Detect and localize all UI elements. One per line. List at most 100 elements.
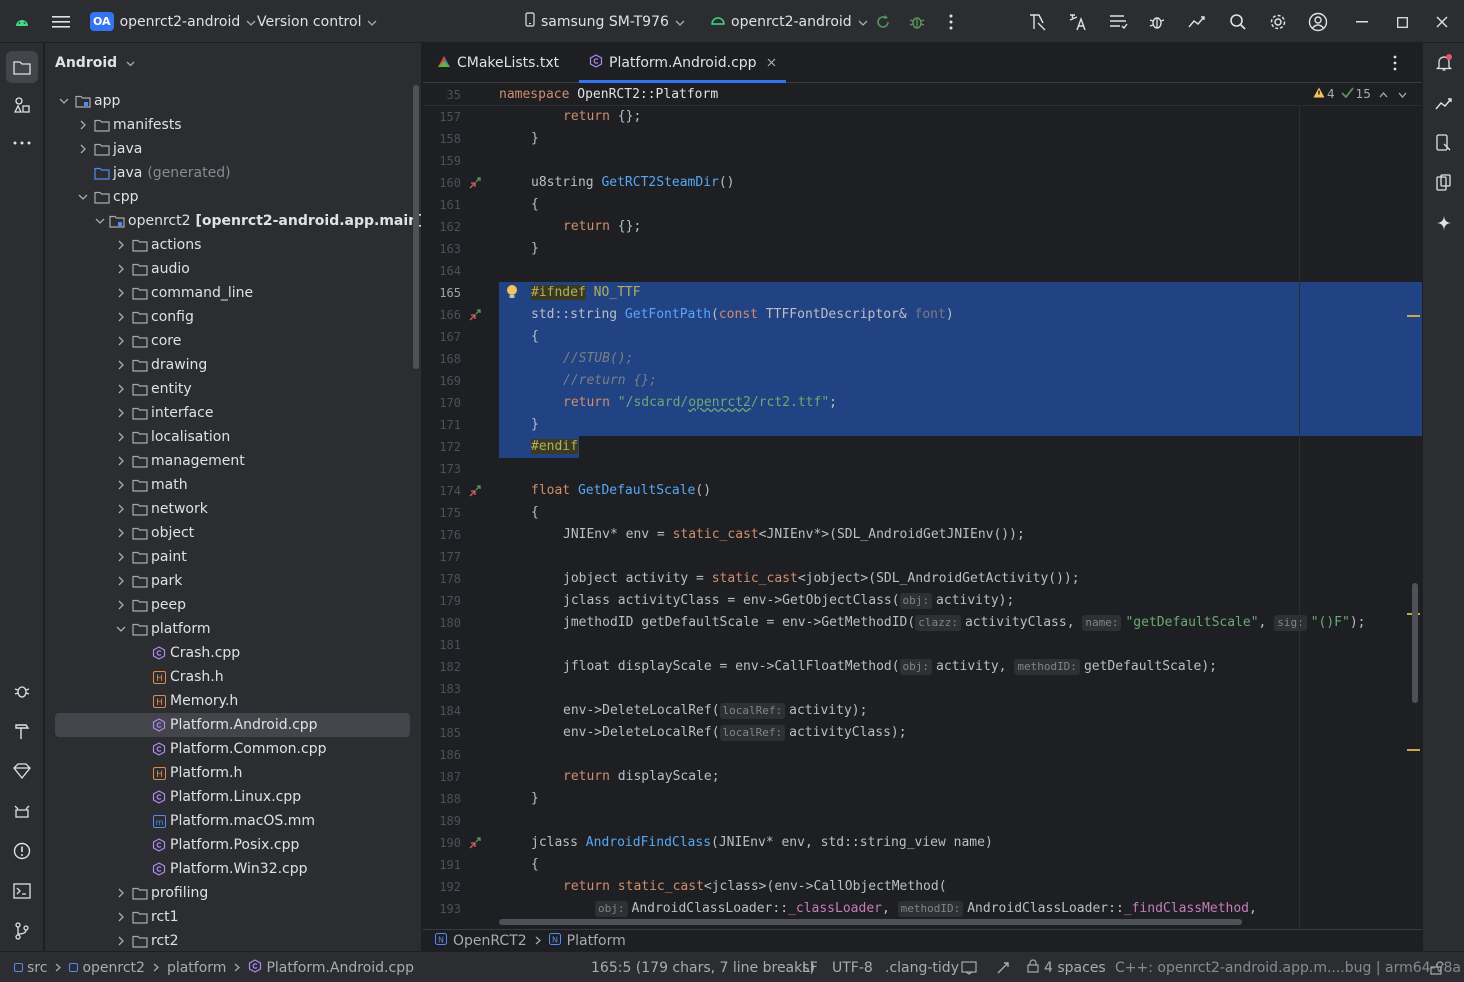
close-tab-icon[interactable] <box>767 55 776 71</box>
project-tool-folder-icon[interactable] <box>6 51 38 83</box>
implementation-marker-icon[interactable] <box>469 837 481 853</box>
chevron-right-icon[interactable] <box>114 454 128 468</box>
tree-item[interactable]: math <box>45 473 421 497</box>
editor-vertical-scrollbar[interactable] <box>1412 583 1418 703</box>
notifications-bell-icon[interactable] <box>1432 51 1456 75</box>
tab-cmakelists[interactable]: CMakeLists.txt <box>437 43 559 83</box>
chevron-down-icon[interactable] <box>57 94 71 108</box>
chevron-right-icon[interactable] <box>114 310 128 324</box>
maximize-icon[interactable] <box>1390 10 1414 34</box>
tree-item[interactable]: H Memory.h <box>45 689 421 713</box>
tree-item[interactable]: H Platform.h <box>45 761 421 785</box>
lock-file-icon[interactable] <box>1430 952 1444 982</box>
tree-item[interactable]: cpp <box>45 185 421 209</box>
chevron-right-icon[interactable] <box>114 550 128 564</box>
chevron-right-icon[interactable] <box>114 382 128 396</box>
project-switcher[interactable]: OA openrct2-android <box>90 0 256 43</box>
chevron-right-icon[interactable] <box>114 238 128 252</box>
tree-item[interactable]: Crash.cpp <box>45 641 421 665</box>
chevron-right-icon[interactable] <box>114 886 128 900</box>
tree-item[interactable]: rct1 <box>45 905 421 929</box>
tree-item[interactable]: Platform.Android.cpp <box>55 713 410 737</box>
sticky-scope-header[interactable]: 35 namespace OpenRCT2::Platform 4 15 <box>423 84 1422 106</box>
project-view-selector[interactable]: Android <box>55 55 135 71</box>
tree-item[interactable]: Platform.Win32.cpp <box>45 857 421 881</box>
inspection-widget[interactable]: 4 15 <box>1313 87 1407 101</box>
account-icon[interactable] <box>1306 10 1330 34</box>
chevron-right-icon[interactable] <box>114 358 128 372</box>
tree-item[interactable]: actions <box>45 233 421 257</box>
device-mirroring-icon[interactable] <box>1432 171 1456 195</box>
path-segment[interactable]: platform <box>167 960 227 976</box>
minimize-icon[interactable] <box>1350 10 1374 34</box>
debug-tool-icon[interactable] <box>10 679 34 703</box>
tree-item[interactable]: java <box>45 137 421 161</box>
debug-icon[interactable] <box>905 10 929 34</box>
tab-options-icon[interactable] <box>1393 55 1397 75</box>
tree-item[interactable]: config <box>45 305 421 329</box>
tree-item[interactable]: interface <box>45 401 421 425</box>
chevron-right-icon[interactable] <box>114 598 128 612</box>
tree-item[interactable]: java (generated) <box>45 161 421 185</box>
chevron-right-icon[interactable] <box>114 286 128 300</box>
profiler-icon[interactable] <box>1026 10 1050 34</box>
terminal-icon[interactable] <box>10 879 34 903</box>
apply-changes-icon[interactable] <box>871 10 895 34</box>
translate-icon[interactable] <box>1066 10 1090 34</box>
chevron-right-icon[interactable] <box>114 478 128 492</box>
tree-item[interactable]: entity <box>45 377 421 401</box>
build-hammer-icon[interactable] <box>10 719 34 743</box>
tree-item[interactable]: network <box>45 497 421 521</box>
problems-icon[interactable] <box>10 839 34 863</box>
logcat-icon[interactable] <box>10 799 34 823</box>
clang-tidy-indicator[interactable]: .clang-tidy <box>885 952 959 982</box>
tree-item[interactable]: m Platform.macOS.mm <box>45 809 421 833</box>
tree-item[interactable]: platform <box>45 617 421 641</box>
close-window-icon[interactable] <box>1430 10 1454 34</box>
tree-item[interactable]: object <box>45 521 421 545</box>
tree-item[interactable]: Platform.Linux.cpp <box>45 785 421 809</box>
chevron-right-icon[interactable] <box>114 406 128 420</box>
chevron-down-icon[interactable] <box>1398 87 1407 101</box>
tasks-icon[interactable] <box>1106 10 1130 34</box>
caret-position[interactable]: 165:5 (179 chars, 7 line breaks) <box>591 952 815 982</box>
chevron-right-icon[interactable] <box>76 118 90 132</box>
chevron-right-icon[interactable] <box>114 430 128 444</box>
breadcrumb-namespace[interactable]: OpenRCT2 <box>453 933 527 949</box>
path-segment[interactable]: Platform.Android.cpp <box>266 960 414 976</box>
resource-manager-icon[interactable] <box>10 93 34 117</box>
gemini-sparkle-icon[interactable] <box>1432 211 1456 235</box>
sync-icon[interactable] <box>1186 10 1210 34</box>
tree-item[interactable]: core <box>45 329 421 353</box>
project-scrollbar[interactable] <box>413 85 419 369</box>
settings-gear-icon[interactable] <box>1266 10 1290 34</box>
run-config-selector[interactable]: openrct2-android <box>711 0 868 43</box>
git-branch-icon[interactable] <box>10 919 34 943</box>
ai-assist-icon[interactable] <box>996 952 1010 982</box>
tree-item[interactable]: peep <box>45 593 421 617</box>
chevron-down-icon[interactable] <box>114 622 128 636</box>
search-icon[interactable] <box>1226 10 1250 34</box>
file-encoding[interactable]: UTF-8 <box>832 952 873 982</box>
implementation-marker-icon[interactable] <box>469 177 481 193</box>
tree-item[interactable]: manifests <box>45 113 421 137</box>
tab-platform-android-cpp[interactable]: Platform.Android.cpp <box>579 43 786 83</box>
tree-item[interactable]: audio <box>45 257 421 281</box>
more-actions-icon[interactable] <box>939 10 963 34</box>
breadcrumb-sub[interactable]: Platform <box>567 933 626 949</box>
version-control-menu[interactable]: Version control <box>257 0 377 43</box>
path-segment[interactable]: openrct2 <box>82 960 144 976</box>
tree-item[interactable]: openrct2 [openrct2-android.app.main] <box>45 209 421 233</box>
bug-settings-icon[interactable] <box>1146 10 1170 34</box>
main-menu-icon[interactable] <box>49 10 73 34</box>
chevron-down-icon[interactable] <box>76 190 90 204</box>
device-manager-icon[interactable] <box>1432 131 1456 155</box>
tree-item[interactable]: H Crash.h <box>45 665 421 689</box>
chevron-up-icon[interactable] <box>1379 87 1388 101</box>
read-only-toggle-icon[interactable] <box>961 952 977 982</box>
chevron-right-icon[interactable] <box>114 934 128 948</box>
tree-item[interactable]: localisation <box>45 425 421 449</box>
tree-item[interactable]: profiling <box>45 881 421 905</box>
tree-item[interactable]: command_line <box>45 281 421 305</box>
tree-item[interactable]: Platform.Posix.cpp <box>45 833 421 857</box>
